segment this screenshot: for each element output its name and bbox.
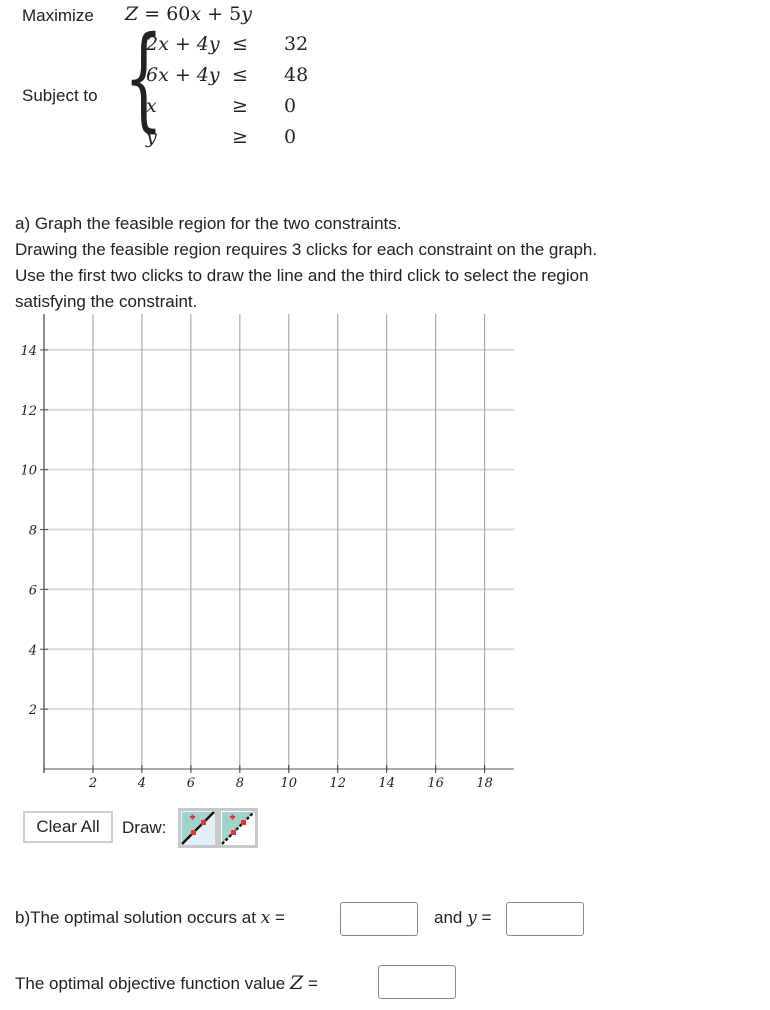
x-tick-label: 16 — [427, 776, 444, 791]
constraint-rhs: 0 — [284, 126, 297, 148]
draw-label: Draw: — [122, 818, 167, 837]
x-tick-label: 2 — [88, 776, 97, 791]
x-tick-label: 10 — [281, 776, 298, 791]
constraint-lhs: y — [146, 126, 157, 148]
y-tick-label: 2 — [28, 703, 37, 718]
subject-to-label: Subject to — [22, 86, 98, 105]
part-a-instructions: a) Graph the feasible region for the two… — [15, 211, 755, 315]
z-value-input[interactable] — [378, 965, 456, 999]
objective-value-label: The optimal objective function value Z = — [15, 972, 318, 994]
y-tick-label: 12 — [20, 404, 37, 419]
constraint-lhs: 6x + 4y — [146, 64, 220, 86]
and-y-label: and y = — [434, 908, 492, 928]
dashed-line-region-icon — [221, 811, 255, 845]
y-value-input[interactable] — [506, 902, 584, 936]
y-tick-label: 14 — [20, 344, 37, 359]
constraint-op: ≥ — [232, 95, 248, 117]
dashed-line-tool-button[interactable] — [218, 808, 258, 848]
constraint-rhs: 32 — [284, 33, 309, 55]
x-tick-label: 12 — [329, 776, 346, 791]
solid-line-region-icon — [181, 811, 215, 845]
graph-canvas[interactable]: 2 4 6 8 10 12 14 16 18 2 4 6 8 10 12 14 — [0, 310, 530, 800]
y-tick-label: 8 — [29, 524, 37, 539]
instruction-line: Use the first two clicks to draw the lin… — [15, 266, 589, 285]
constraint-op: ≥ — [232, 126, 248, 148]
part-b-prefix: b)The optimal solution occurs at x = — [15, 908, 285, 928]
constraint-lhs: x — [146, 95, 157, 117]
y-tick-label: 6 — [29, 583, 37, 598]
constraint-lhs: 2x + 4y — [146, 33, 220, 55]
x-tick-label: 18 — [476, 776, 493, 791]
constraint-rhs: 48 — [284, 64, 309, 86]
instruction-line: a) Graph the feasible region for the two… — [15, 214, 402, 233]
x-tick-label: 8 — [236, 776, 244, 791]
constraint-op: ≤ — [232, 33, 248, 55]
constraint-op: ≤ — [232, 64, 248, 86]
x-tick-label: 6 — [187, 776, 195, 791]
x-tick-label: 14 — [378, 776, 395, 791]
x-value-input[interactable] — [340, 902, 418, 936]
x-tick-label: 4 — [137, 776, 146, 791]
y-tick-label: 4 — [28, 643, 37, 658]
maximize-label: Maximize — [22, 6, 94, 25]
constraint-rhs: 0 — [284, 95, 297, 117]
instruction-line: Drawing the feasible region requires 3 c… — [15, 240, 598, 259]
solid-line-tool-button[interactable] — [178, 808, 218, 848]
clear-all-button[interactable]: Clear All — [23, 811, 113, 843]
y-tick-label: 10 — [20, 464, 37, 479]
